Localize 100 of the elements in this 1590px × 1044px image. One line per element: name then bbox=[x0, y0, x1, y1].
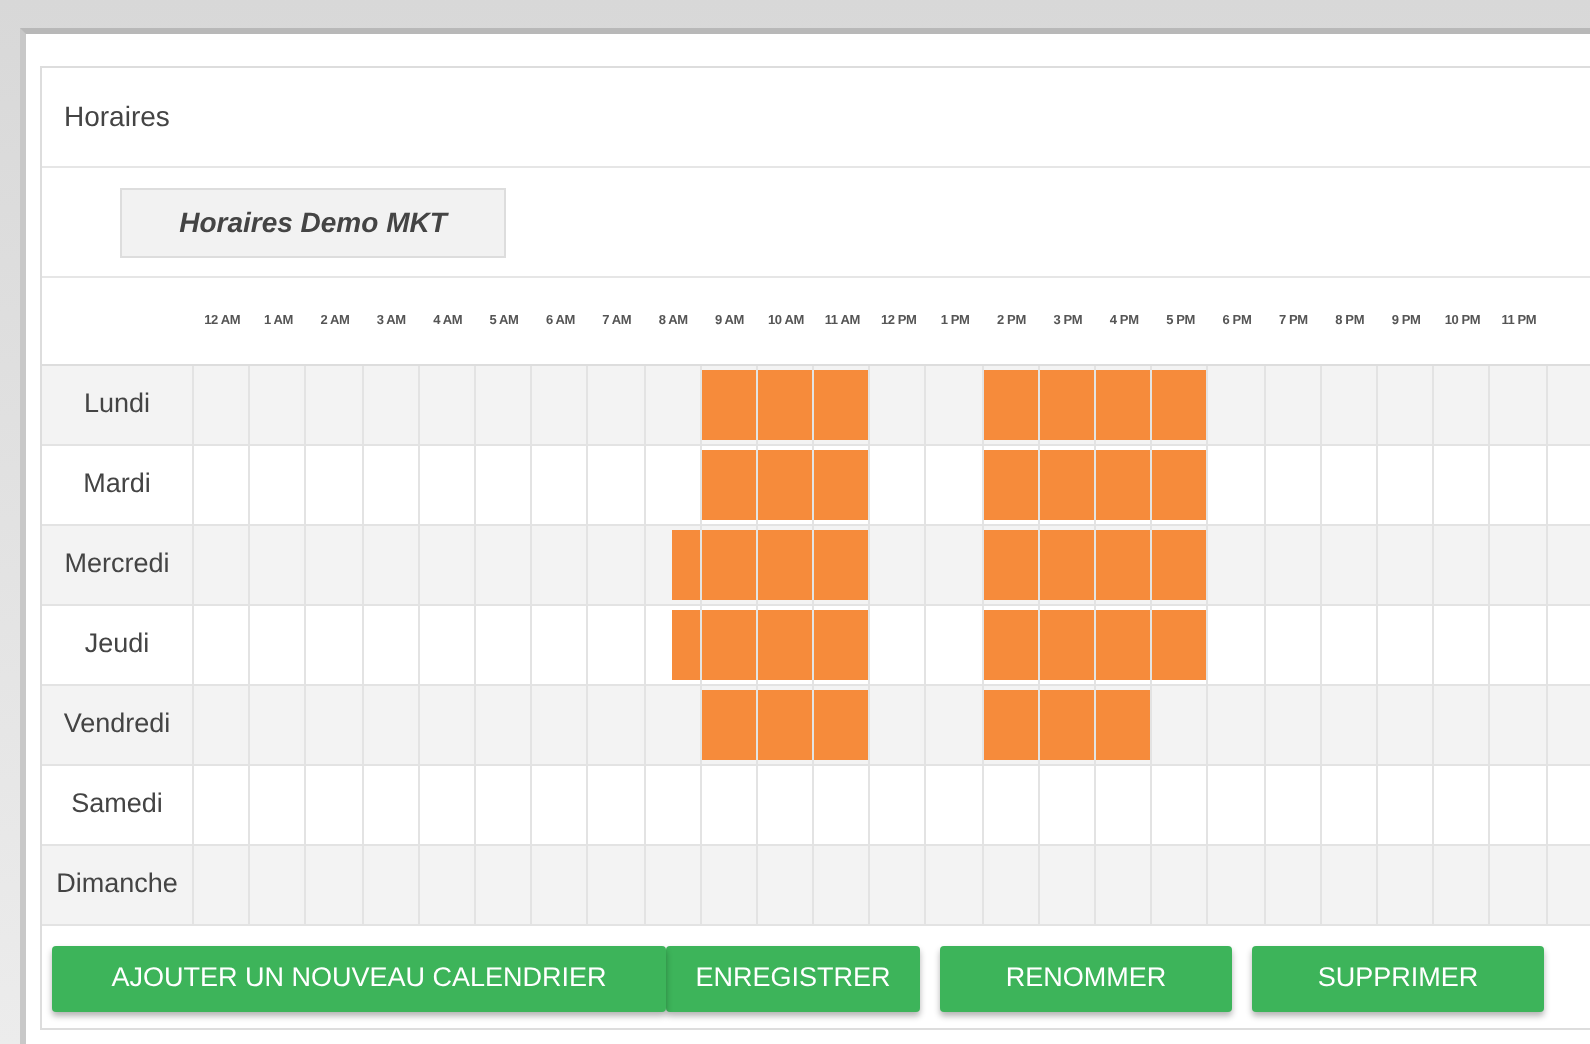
grid-cell[interactable] bbox=[250, 366, 307, 446]
time-slot[interactable] bbox=[728, 610, 756, 680]
grid-cell[interactable] bbox=[1152, 526, 1209, 606]
time-slot[interactable] bbox=[1039, 610, 1067, 680]
grid-cell[interactable] bbox=[1039, 606, 1096, 686]
grid-cell[interactable] bbox=[588, 846, 645, 926]
time-slot[interactable] bbox=[1096, 370, 1124, 440]
time-slot[interactable] bbox=[1010, 370, 1038, 440]
time-slot[interactable] bbox=[1123, 450, 1151, 520]
time-slot[interactable] bbox=[1039, 530, 1067, 600]
grid-cell[interactable] bbox=[1152, 846, 1209, 926]
time-slot[interactable] bbox=[701, 530, 729, 600]
time-slot[interactable] bbox=[1066, 370, 1094, 440]
time-slot[interactable] bbox=[728, 690, 756, 760]
grid-cell[interactable] bbox=[983, 686, 1040, 766]
time-slot[interactable] bbox=[728, 370, 756, 440]
time-slot[interactable] bbox=[1096, 690, 1124, 760]
grid-cell[interactable] bbox=[701, 846, 758, 926]
grid-cell[interactable] bbox=[1434, 846, 1491, 926]
time-slot[interactable] bbox=[1123, 370, 1151, 440]
grid-cell[interactable] bbox=[1377, 366, 1435, 446]
grid-cell[interactable] bbox=[194, 846, 251, 926]
grid-cell[interactable] bbox=[983, 606, 1040, 686]
grid-cell[interactable] bbox=[1265, 366, 1322, 446]
grid-cell[interactable] bbox=[1096, 526, 1153, 606]
grid-cell[interactable] bbox=[1434, 526, 1491, 606]
grid-cell[interactable] bbox=[1321, 526, 1378, 606]
time-slot[interactable] bbox=[757, 370, 785, 440]
action-button[interactable]: AJOUTER UN NOUVEAU CALENDRIER bbox=[52, 946, 666, 1012]
action-button[interactable]: RENOMMER bbox=[940, 946, 1232, 1012]
grid-cell[interactable] bbox=[701, 526, 758, 606]
time-slot[interactable] bbox=[701, 370, 729, 440]
grid-cell[interactable] bbox=[475, 366, 533, 446]
grid-cell[interactable] bbox=[814, 446, 871, 526]
time-slot[interactable] bbox=[701, 610, 729, 680]
grid-cell[interactable] bbox=[1265, 846, 1322, 926]
time-slot[interactable] bbox=[784, 610, 813, 680]
grid-cell[interactable] bbox=[532, 526, 589, 606]
grid-cell[interactable] bbox=[1547, 526, 1590, 606]
grid-cell[interactable] bbox=[1208, 846, 1266, 926]
time-slot[interactable] bbox=[1039, 690, 1067, 760]
grid-cell[interactable] bbox=[588, 366, 645, 446]
grid-cell[interactable] bbox=[645, 686, 702, 766]
grid-cell[interactable] bbox=[1039, 686, 1096, 766]
time-slot[interactable] bbox=[728, 530, 756, 600]
grid-cell[interactable] bbox=[1152, 366, 1209, 446]
time-slot[interactable] bbox=[841, 530, 869, 600]
time-slot[interactable] bbox=[701, 690, 729, 760]
grid-cell[interactable] bbox=[870, 526, 927, 606]
grid-cell[interactable] bbox=[1152, 686, 1209, 766]
grid-cell[interactable] bbox=[1490, 366, 1547, 446]
grid-cell[interactable] bbox=[475, 526, 533, 606]
time-slot[interactable] bbox=[814, 450, 842, 520]
time-slot[interactable] bbox=[784, 530, 813, 600]
grid-cell[interactable] bbox=[701, 446, 758, 526]
grid-cell[interactable] bbox=[1265, 686, 1322, 766]
grid-cell[interactable] bbox=[1152, 606, 1209, 686]
grid-cell[interactable] bbox=[701, 606, 758, 686]
time-slot[interactable] bbox=[983, 690, 1011, 760]
grid-cell[interactable] bbox=[1265, 526, 1322, 606]
grid-cell[interactable] bbox=[588, 526, 645, 606]
grid-cell[interactable] bbox=[1434, 686, 1491, 766]
time-slot[interactable] bbox=[841, 450, 869, 520]
time-slot[interactable] bbox=[983, 450, 1011, 520]
time-slot[interactable] bbox=[1179, 610, 1207, 680]
time-slot[interactable] bbox=[1010, 530, 1038, 600]
grid-cell[interactable] bbox=[419, 526, 476, 606]
grid-cell[interactable] bbox=[1321, 846, 1378, 926]
grid-cell[interactable] bbox=[363, 846, 420, 926]
grid-cell[interactable] bbox=[1321, 366, 1378, 446]
grid-cell[interactable] bbox=[645, 606, 702, 686]
grid-cell[interactable] bbox=[757, 606, 815, 686]
time-slot[interactable] bbox=[672, 610, 700, 680]
time-slot[interactable] bbox=[757, 690, 785, 760]
time-slot[interactable] bbox=[814, 370, 842, 440]
time-slot[interactable] bbox=[1123, 530, 1151, 600]
grid-cell[interactable] bbox=[363, 526, 420, 606]
time-slot[interactable] bbox=[1152, 530, 1180, 600]
grid-cell[interactable] bbox=[814, 686, 871, 766]
grid-cell[interactable] bbox=[306, 366, 364, 446]
time-slot[interactable] bbox=[1066, 610, 1094, 680]
time-slot[interactable] bbox=[1152, 610, 1180, 680]
grid-cell[interactable] bbox=[870, 686, 927, 766]
grid-cell[interactable] bbox=[1490, 846, 1547, 926]
time-slot[interactable] bbox=[1152, 370, 1180, 440]
time-slot[interactable] bbox=[757, 530, 785, 600]
grid-cell[interactable] bbox=[814, 526, 871, 606]
grid-cell[interactable] bbox=[983, 366, 1040, 446]
grid-cell[interactable] bbox=[1547, 366, 1590, 446]
time-slot[interactable] bbox=[757, 450, 785, 520]
grid-cell[interactable] bbox=[1547, 846, 1590, 926]
grid-cell[interactable] bbox=[757, 846, 815, 926]
grid-cell[interactable] bbox=[1208, 526, 1266, 606]
time-slot[interactable] bbox=[1010, 690, 1038, 760]
time-slot[interactable] bbox=[1123, 690, 1151, 760]
grid-cell[interactable] bbox=[363, 366, 420, 446]
time-slot[interactable] bbox=[784, 450, 813, 520]
grid-cell[interactable] bbox=[194, 526, 251, 606]
grid-cell[interactable] bbox=[1096, 846, 1153, 926]
grid-cell[interactable] bbox=[1490, 526, 1547, 606]
